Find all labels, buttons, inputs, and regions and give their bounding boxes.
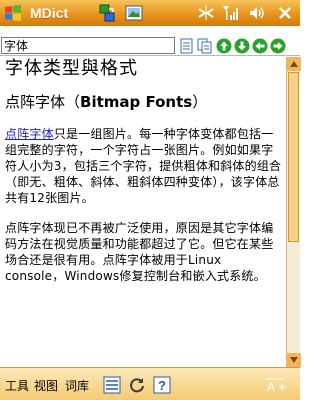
photo-icon[interactable] [123, 3, 145, 23]
refresh-icon[interactable] [128, 376, 146, 394]
scrollbar-thumb[interactable] [288, 72, 299, 242]
windows-logo-icon[interactable] [0, 0, 26, 26]
go-down-icon[interactable] [234, 38, 250, 54]
go-back-icon[interactable] [252, 38, 268, 54]
vertical-scrollbar[interactable] [286, 57, 301, 367]
go-forward-icon[interactable] [216, 38, 232, 54]
bitmap-font-link[interactable]: 点阵字体 [5, 127, 54, 141]
paragraph-2: 点阵字体现已不再被广泛使用，原因是其它字体编码方法在视觉质量和功能都超过了它。但… [5, 221, 274, 283]
copy-icon[interactable] [197, 38, 213, 54]
svg-text:?: ? [158, 378, 166, 393]
section-heading-bold: Bitmap Fonts [80, 93, 193, 111]
section-heading: 点阵字体（Bitmap Fonts） [5, 92, 282, 112]
paragraph-1: 点阵字体只是一组图片。每一种字体变体都包括一组完整的字符，一个字符占一张图片。例… [5, 126, 282, 206]
search-row [0, 36, 300, 56]
help-icon[interactable]: ? [153, 376, 171, 394]
scroll-down-arrow-icon[interactable] [287, 353, 301, 367]
scroll-up-arrow-icon[interactable] [287, 57, 301, 71]
article-title: 字体类型與格式 [5, 58, 138, 79]
section-heading-suffix: ） [192, 93, 208, 111]
app-title: MDict [30, 5, 69, 21]
search-input[interactable] [1, 37, 175, 54]
article-content: 字体类型與格式 点阵字体（Bitmap Fonts） 点阵字体只是一组图片。每一… [0, 57, 286, 367]
list-view-icon[interactable] [103, 376, 121, 394]
svg-text:A: A [267, 380, 275, 394]
go-next-icon[interactable] [270, 38, 286, 54]
keyboard-icon[interactable]: A [262, 376, 288, 394]
menu-tools[interactable]: 工具 [5, 377, 29, 394]
section-heading-prefix: 点阵字体（ [5, 93, 81, 111]
signal-icon[interactable] [220, 3, 242, 23]
connectivity-icon[interactable] [195, 3, 217, 23]
menu-dictionary[interactable]: 词库 [65, 377, 89, 394]
bottom-toolbar: 工具 视图 词库 ? A [0, 367, 300, 400]
document-icon[interactable] [179, 38, 195, 54]
menu-view[interactable]: 视图 [34, 377, 58, 394]
app-switch-icon[interactable] [96, 3, 118, 23]
volume-icon[interactable] [246, 3, 268, 23]
title-bar: MDict [0, 0, 300, 26]
close-icon[interactable] [274, 3, 296, 23]
